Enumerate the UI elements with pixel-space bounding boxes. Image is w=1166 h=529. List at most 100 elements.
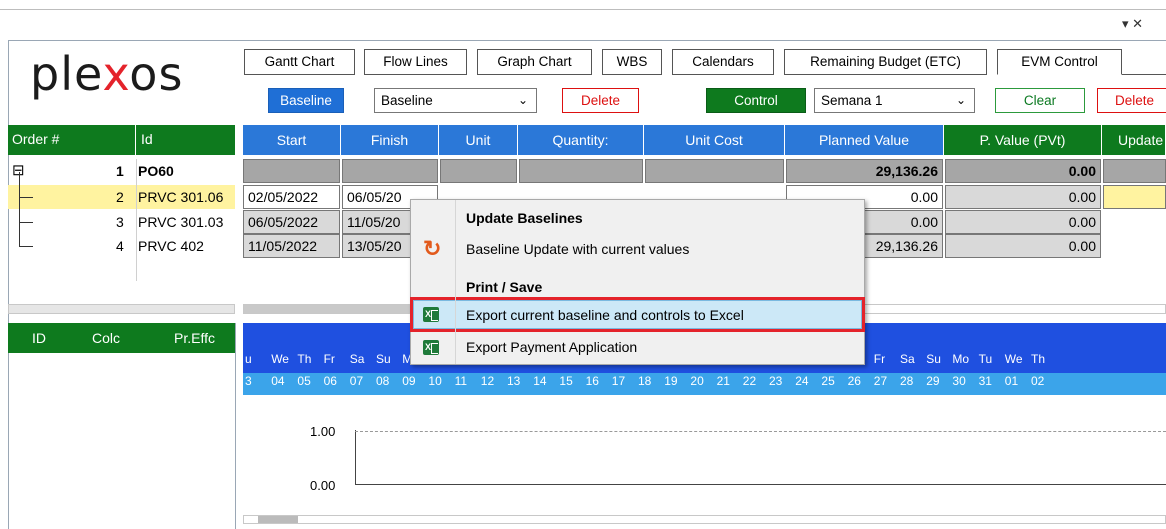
table-row[interactable]: 3 PRVC 301.03 [8,210,235,234]
header-id[interactable]: ID [32,330,46,346]
cell-pvt[interactable]: 0.00 [945,185,1101,209]
tab-remaining-budget[interactable]: Remaining Budget (ETC) [784,49,987,75]
header-pvt[interactable]: P. Value (PVt) [944,125,1102,155]
timeline-date-label: 21 [716,374,730,388]
tab-wbs[interactable]: WBS [602,49,662,75]
header-id[interactable]: Id [141,131,153,147]
cell-start[interactable]: 02/05/2022 [243,185,340,209]
header-planned-value[interactable]: Planned Value [785,125,944,155]
tree-line [19,172,20,246]
title-bar [0,10,1166,40]
timeline-date-label: 04 [271,374,285,388]
context-menu: Update Baselines ↻ Baseline Update with … [410,199,865,365]
panel-divider [235,323,236,529]
row-order: 4 [116,238,124,254]
summary-cell [519,159,643,183]
timeline-date-label: 19 [664,374,678,388]
table-row[interactable]: 4 PRVC 402 [8,234,235,258]
tab-flow-lines[interactable]: Flow Lines [364,49,467,75]
timeline-date-label: 15 [559,374,573,388]
timeline-date-label: 28 [900,374,914,388]
timeline-day-label: Fr [873,352,886,366]
summary-cell [342,159,438,183]
column-divider [136,159,137,281]
timeline-date-label: 10 [428,374,442,388]
table-row-selected[interactable]: 2 PRVC 301.06 [8,185,235,209]
cell-start[interactable]: 06/05/2022 [243,210,340,234]
header-start[interactable]: Start [243,125,341,155]
menu-section-update-baselines: Update Baselines [466,210,583,226]
resource-grid-header: ID Colc Pr.Effc [8,323,235,353]
timeline-date-label: 27 [873,374,888,388]
header-unit[interactable]: Unit [439,125,518,155]
control-select[interactable]: Semana 1 ⌄ [814,88,975,113]
refresh-icon: ↻ [423,236,442,261]
tab-gantt-chart[interactable]: Gantt Chart [244,49,355,75]
summary-planned-value: 29,136.26 [786,159,943,183]
timeline-date-label: 17 [611,374,626,388]
table-row[interactable]: ⊟ 1 PO60 [8,159,235,183]
timeline-day-label: Mo [952,352,970,366]
timeline-day-label: Fr [323,352,335,366]
tree-line [19,246,33,247]
tab-calendars[interactable]: Calendars [672,49,774,75]
tab-evm-control[interactable]: EVM Control [997,49,1122,75]
clear-button[interactable]: Clear [995,88,1085,113]
timeline-day-label: We [271,352,289,366]
excel-icon: X [423,340,439,355]
baseline-select-value: Baseline [381,93,433,108]
header-unit-cost[interactable]: Unit Cost [644,125,785,155]
timeline-date-label: 3 [245,374,252,388]
delete-baseline-button[interactable]: Delete [562,88,639,113]
menu-item-baseline-update[interactable]: Baseline Update with current values [466,241,689,257]
header-colc[interactable]: Colc [92,330,120,346]
cell-start[interactable]: 11/05/2022 [243,234,340,258]
header-finish[interactable]: Finish [341,125,439,155]
cell-pvt[interactable]: 0.00 [945,234,1101,258]
timeline-scrollbar[interactable] [243,515,1166,524]
timeline-date-label: 25 [821,374,835,388]
row-id: PRVC 301.03 [138,214,224,230]
left-grid-header: Order # Id [8,125,235,155]
menu-item-export-baseline-excel[interactable]: Export current baseline and controls to … [466,307,744,323]
timeline-date-label: 14 [533,374,547,388]
header-update[interactable]: Update [1102,125,1166,155]
timeline-date-label: 16 [585,374,599,388]
header-quantity[interactable]: Quantity: [518,125,644,155]
window-controls[interactable]: ▾ ✕ [1122,16,1143,32]
y-axis [355,430,356,485]
tree-line [19,197,33,198]
tab-baseline [1122,74,1166,75]
excel-icon: X [423,307,439,322]
control-button[interactable]: Control [706,88,806,113]
row-order: 3 [116,214,124,230]
header-preffc[interactable]: Pr.Effc [174,330,215,346]
cell-pvt[interactable]: 0.00 [945,210,1101,234]
tab-graph-chart[interactable]: Graph Chart [477,49,592,75]
timeline-date-label: 30 [952,374,966,388]
chevron-down-icon: ⌄ [517,93,528,107]
summary-cell [1103,159,1166,183]
delete-control-button[interactable]: Delete [1097,88,1166,113]
timeline-date-label: 02 [1031,374,1045,388]
scrollbar-thumb[interactable] [244,305,414,313]
left-grid-scrollbar[interactable] [8,304,235,314]
row-id: PO60 [138,163,174,179]
header-order[interactable]: Order # [12,131,59,147]
plexos-logo: plexos [30,47,184,101]
row-id: PRVC 301.06 [138,189,224,205]
timeline-date-label: 06 [323,374,337,388]
row-order: 1 [116,163,124,179]
baseline-button[interactable]: Baseline [268,88,344,113]
baseline-select[interactable]: Baseline ⌄ [374,88,537,113]
timeline-day-label: Th [297,352,312,366]
menu-item-export-payment[interactable]: Export Payment Application [466,339,637,355]
timeline-day-label: Su [376,352,391,366]
timeline-day-label: Su [926,352,941,366]
timeline-date-label: 13 [507,374,521,388]
cell-update[interactable] [1103,185,1166,209]
timeline-day-label: Sa [349,352,365,366]
scrollbar-thumb[interactable] [258,516,298,523]
timeline-date-label: 26 [847,374,861,388]
timeline-date-label: 22 [742,374,757,388]
